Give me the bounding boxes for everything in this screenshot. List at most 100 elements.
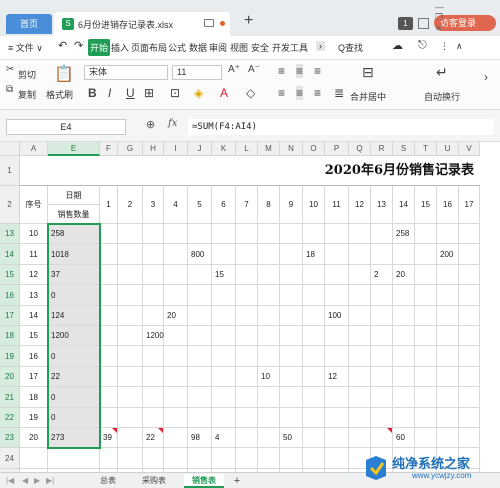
cell-day[interactable]	[258, 224, 280, 244]
row-header[interactable]: 13	[0, 224, 20, 244]
column-header[interactable]: H	[143, 142, 164, 156]
cell-day[interactable]	[118, 224, 143, 244]
merge-cells-icon[interactable]: ⊡	[170, 86, 180, 100]
bold-button[interactable]: B	[88, 86, 97, 100]
distributed-align-icon[interactable]: ≣	[334, 86, 344, 100]
column-header[interactable]: K	[212, 142, 236, 156]
cell-day[interactable]	[164, 428, 188, 448]
file-menu[interactable]: ≡ 文件 ∨	[8, 41, 43, 54]
cell-day[interactable]	[349, 265, 371, 285]
cell-day[interactable]	[236, 408, 258, 428]
cell-day[interactable]	[349, 285, 371, 306]
cell-day[interactable]	[459, 244, 480, 265]
cell-day[interactable]	[325, 285, 349, 306]
column-header[interactable]: A	[20, 142, 48, 156]
first-sheet-icon[interactable]: |◀	[6, 476, 14, 485]
cell-day[interactable]: 800	[188, 244, 212, 265]
cell-day[interactable]	[188, 448, 212, 469]
add-sheet-button[interactable]: +	[230, 474, 244, 488]
cell-day[interactable]	[100, 265, 118, 285]
cell-day[interactable]	[459, 306, 480, 326]
cell-day[interactable]	[349, 306, 371, 326]
row-header[interactable]: 24	[0, 448, 20, 469]
cell-day[interactable]	[118, 326, 143, 346]
cell-day[interactable]	[303, 367, 325, 387]
cell-day[interactable]	[393, 387, 415, 408]
ribbon-scroll-icon[interactable]: ›	[484, 70, 488, 84]
cell-day[interactable]	[100, 326, 118, 346]
wrap-text-icon[interactable]: ↵	[436, 64, 448, 81]
cell-day[interactable]	[349, 387, 371, 408]
cloud-icon[interactable]: ☁	[392, 39, 403, 52]
column-header[interactable]: T	[415, 142, 437, 156]
cell-day[interactable]	[349, 408, 371, 428]
cell-seq[interactable]: 18	[20, 387, 48, 408]
cell-day[interactable]	[437, 265, 459, 285]
row-header[interactable]: 1	[0, 156, 20, 186]
cell-day[interactable]	[371, 387, 393, 408]
file-tab[interactable]: S 6月份进销存记录表.xlsx	[54, 12, 230, 36]
cell-day[interactable]	[459, 346, 480, 367]
align-middle-icon[interactable]: ≡	[296, 64, 304, 78]
cell-day[interactable]	[437, 408, 459, 428]
cell-day[interactable]	[459, 428, 480, 448]
cell-day[interactable]: 98	[188, 428, 212, 448]
row-header[interactable]: 2	[0, 186, 20, 224]
cell-day[interactable]	[258, 265, 280, 285]
font-size-select[interactable]: 11	[172, 65, 222, 80]
cell-day[interactable]: 60	[393, 428, 415, 448]
cell-day[interactable]	[393, 367, 415, 387]
cell-day[interactable]	[236, 326, 258, 346]
column-header[interactable]: L	[236, 142, 258, 156]
last-sheet-icon[interactable]: ▶|	[46, 476, 54, 485]
cell-day[interactable]	[325, 448, 349, 469]
cell-day[interactable]	[212, 346, 236, 367]
cell-day[interactable]	[349, 367, 371, 387]
cell-day[interactable]: 12	[325, 367, 349, 387]
row-header[interactable]: 22	[0, 408, 20, 428]
cell-seq[interactable]	[20, 448, 48, 469]
cell-day[interactable]	[143, 408, 164, 428]
cell-day[interactable]	[371, 367, 393, 387]
sheet-tab-sales[interactable]: 销售表	[184, 474, 224, 488]
cell-day[interactable]	[371, 346, 393, 367]
cell-day[interactable]	[325, 387, 349, 408]
column-header[interactable]: V	[459, 142, 480, 156]
cell-seq[interactable]: 11	[20, 244, 48, 265]
cell-day[interactable]	[415, 285, 437, 306]
cell-qty[interactable]: 0	[48, 387, 100, 408]
cell-day[interactable]	[236, 244, 258, 265]
cell-day[interactable]	[393, 285, 415, 306]
cell-seq[interactable]: 17	[20, 367, 48, 387]
cell-day[interactable]: 2	[371, 265, 393, 285]
cell-day[interactable]	[164, 326, 188, 346]
cell-day[interactable]	[415, 265, 437, 285]
cell-day[interactable]	[393, 306, 415, 326]
cell-day[interactable]	[303, 306, 325, 326]
format-painter-button[interactable]: 格式刷	[46, 88, 73, 101]
cell-day[interactable]	[164, 265, 188, 285]
cell-day[interactable]	[325, 244, 349, 265]
cell-day[interactable]	[236, 306, 258, 326]
cell-day[interactable]	[100, 448, 118, 469]
cell-qty[interactable]: 124	[48, 306, 100, 326]
cell-day[interactable]	[325, 346, 349, 367]
cell-day[interactable]	[393, 408, 415, 428]
column-header[interactable]: N	[280, 142, 303, 156]
increase-font-icon[interactable]: A⁺	[228, 64, 240, 75]
cell-qty[interactable]: 0	[48, 285, 100, 306]
column-header[interactable]: F	[100, 142, 118, 156]
sheet-tab-summary[interactable]: 总表	[92, 474, 124, 488]
cell-day[interactable]	[459, 285, 480, 306]
cell-day[interactable]	[371, 326, 393, 346]
cell-day[interactable]	[437, 367, 459, 387]
column-header[interactable]: M	[258, 142, 280, 156]
row-header[interactable]: 16	[0, 285, 20, 306]
cell-day[interactable]	[118, 285, 143, 306]
cell-day[interactable]: 20	[393, 265, 415, 285]
undo-icon[interactable]: ↶	[58, 39, 67, 52]
cell-day[interactable]	[143, 367, 164, 387]
cell-seq[interactable]: 19	[20, 408, 48, 428]
cell-day[interactable]	[164, 224, 188, 244]
cell-day[interactable]	[212, 306, 236, 326]
